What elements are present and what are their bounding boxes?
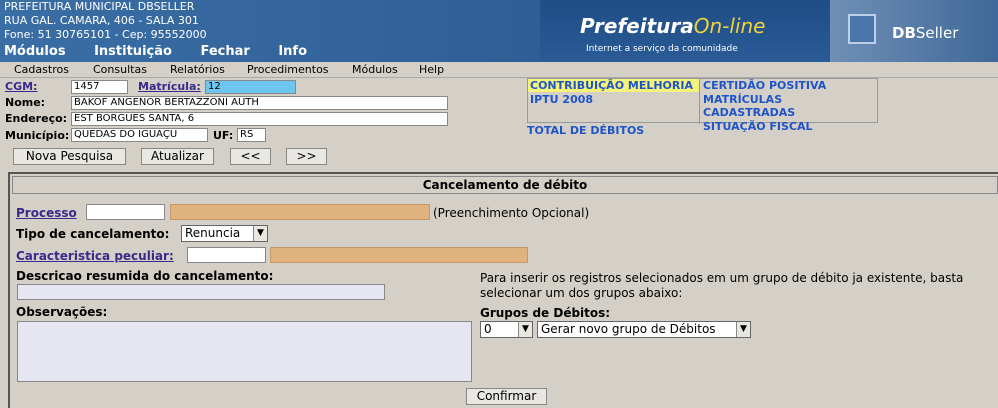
processo-hint: (Preenchimento Opcional)	[433, 206, 590, 220]
municipio-label: Município:	[5, 129, 70, 142]
prefeitura-logo: PrefeituraOn-line Internet a serviço da …	[540, 0, 840, 62]
menu-modulos[interactable]: Módulos	[352, 63, 398, 76]
brand-subtitle: Internet a serviço da comunidade	[586, 44, 738, 54]
brand-title: PrefeituraOn-line	[580, 14, 766, 38]
nova-pesquisa-button[interactable]: Nova Pesquisa	[13, 148, 126, 165]
observacoes-textarea[interactable]	[17, 321, 472, 382]
municipio-field[interactable]: QUEDAS DO IGUAÇU	[71, 128, 208, 142]
next-button[interactable]: >>	[286, 148, 327, 165]
caracteristica-link[interactable]: Caracteristica peculiar:	[16, 249, 174, 263]
menu-consultas[interactable]: Consultas	[93, 63, 147, 76]
tipo-select[interactable]: Renuncia ▼	[181, 225, 268, 242]
iptu-item[interactable]: IPTU 2008	[528, 93, 699, 106]
dbseller-icon	[848, 14, 876, 44]
grupo-select-value: Gerar novo grupo de Débitos	[541, 322, 716, 336]
descricao-label: Descricao resumida do cancelamento:	[16, 269, 274, 283]
header-left: PREFEITURA MUNICIPAL DBSELLER RUA GAL. C…	[0, 0, 540, 62]
header-banner: PREFEITURA MUNICIPAL DBSELLER RUA GAL. C…	[0, 0, 998, 62]
info-box: CONTRIBUIÇÃO MELHORIA IPTU 2008 CERTIDÃO…	[527, 78, 878, 133]
dbseller-text: DBSeller	[892, 24, 959, 42]
top-menu-instituicao[interactable]: Instituição	[94, 44, 172, 59]
cgm-link[interactable]: CGM:	[5, 80, 37, 93]
total-debitos[interactable]: TOTAL DE DÉBITOS	[527, 124, 644, 137]
grupos-info-text: Para inserir os registros selecionados e…	[480, 271, 964, 300]
situacao-fiscal[interactable]: SITUAÇÃO FISCAL	[703, 120, 877, 133]
nome-label: Nome:	[5, 96, 46, 109]
institution-phone: Fone: 51 30765101 - Cep: 95552000	[4, 28, 207, 41]
matriculas-cadastradas[interactable]: MATRÍCULAS CADASTRADAS	[703, 93, 877, 119]
grupo-number-value: 0	[484, 322, 492, 336]
descricao-input[interactable]	[17, 284, 385, 300]
info-col-1: CONTRIBUIÇÃO MELHORIA IPTU 2008	[528, 79, 700, 124]
tipo-select-value: Renuncia	[185, 226, 241, 240]
prev-button[interactable]: <<	[230, 148, 271, 165]
cancelamento-panel: Cancelamento de débito Processo (Preench…	[8, 172, 998, 408]
cgm-field[interactable]: 1457	[71, 80, 128, 94]
top-menu-modulos[interactable]: Módulos	[4, 44, 66, 59]
confirmar-button[interactable]: Confirmar	[466, 388, 547, 405]
caracteristica-description	[270, 247, 528, 263]
certidao-positiva[interactable]: CERTIDÃO POSITIVA	[703, 79, 877, 92]
endereco-field[interactable]: EST BORGUES SANTA, 6	[71, 112, 448, 126]
menu-bar: Cadastros Consultas Relatórios Procedime…	[0, 62, 998, 78]
info-col-2: CERTIDÃO POSITIVA MATRÍCULAS CADASTRADAS…	[703, 79, 877, 133]
endereco-label: Endereço:	[5, 112, 68, 125]
contribuicao-melhoria[interactable]: CONTRIBUIÇÃO MELHORIA	[528, 79, 699, 92]
processo-input[interactable]	[86, 204, 165, 220]
top-menu-fechar[interactable]: Fechar	[200, 44, 249, 59]
institution-address: RUA GAL. CAMARA, 406 - SALA 301	[4, 14, 199, 27]
matricula-field[interactable]: 12	[205, 80, 296, 94]
menu-relatorios[interactable]: Relatórios	[170, 63, 225, 76]
dbseller-logo: DBSeller	[830, 0, 998, 62]
institution-info: PREFEITURA MUNICIPAL DBSELLER RUA GAL. C…	[4, 0, 207, 42]
matricula-link[interactable]: Matrícula:	[138, 80, 201, 93]
top-menu: Módulos Instituição Fechar Info	[4, 44, 331, 59]
top-menu-info[interactable]: Info	[278, 44, 307, 59]
processo-link[interactable]: Processo	[16, 206, 77, 220]
menu-cadastros[interactable]: Cadastros	[14, 63, 69, 76]
tipo-label: Tipo de cancelamento:	[16, 227, 170, 241]
grupo-number-select[interactable]: 0 ▼	[480, 321, 533, 338]
atualizar-button[interactable]: Atualizar	[141, 148, 214, 165]
institution-name: PREFEITURA MUNICIPAL DBSELLER	[4, 0, 195, 13]
chevron-down-icon: ▼	[518, 322, 532, 337]
processo-description	[170, 204, 430, 220]
chevron-down-icon: ▼	[253, 226, 267, 241]
caracteristica-input[interactable]	[187, 247, 266, 263]
chevron-down-icon: ▼	[736, 322, 750, 337]
nome-field[interactable]: BAKOF ANGENOR BERTAZZONI AUTH	[71, 96, 448, 110]
grupo-select[interactable]: Gerar novo grupo de Débitos ▼	[537, 321, 751, 338]
uf-field[interactable]: RS	[237, 128, 266, 142]
grupos-label: Grupos de Débitos:	[480, 306, 611, 320]
uf-label: UF:	[213, 129, 234, 142]
panel-title: Cancelamento de débito	[12, 176, 998, 194]
menu-procedimentos[interactable]: Procedimentos	[247, 63, 329, 76]
menu-help[interactable]: Help	[419, 63, 444, 76]
observacoes-label: Observações:	[16, 305, 108, 319]
